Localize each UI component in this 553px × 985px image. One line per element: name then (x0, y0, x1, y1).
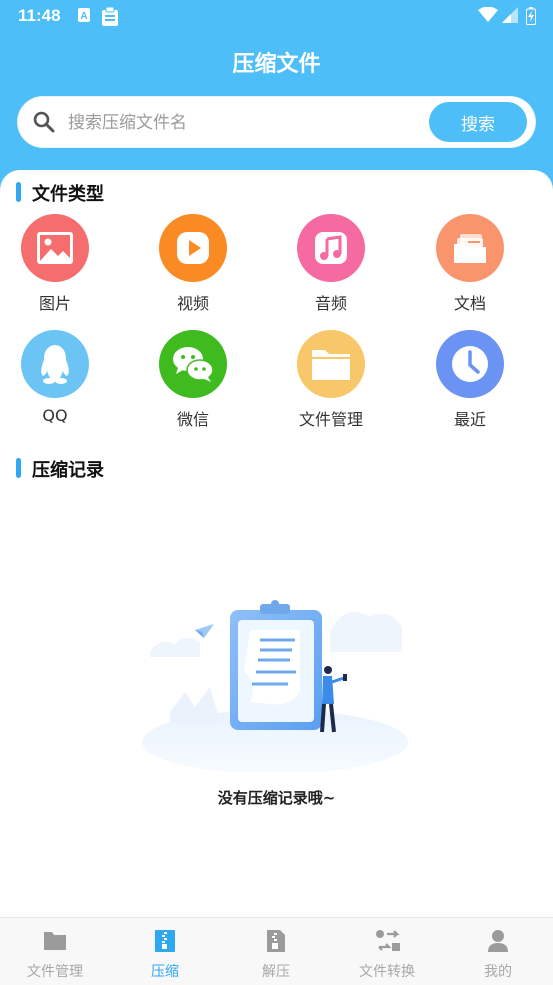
empty-records-message: 没有压缩记录哦~ (217, 789, 336, 807)
status-time: 11:48 (18, 6, 61, 25)
nav-label: 我的 (484, 964, 512, 980)
unzip-file-icon (264, 929, 288, 957)
search-bar: 搜索 (18, 97, 535, 147)
category-label: 图片 (38, 294, 71, 313)
category-audio[interactable]: 音频 (276, 214, 386, 314)
category-label: 视频 (176, 294, 209, 313)
svg-text:A: A (80, 11, 87, 22)
music-note-icon (297, 214, 365, 282)
nav-file-manager[interactable]: 文件管理 (0, 918, 110, 985)
category-label: 音频 (314, 294, 347, 313)
category-video[interactable]: 视频 (138, 214, 248, 314)
search-input[interactable] (66, 107, 430, 139)
clock-icon (436, 330, 504, 398)
category-label: 文档 (453, 294, 486, 313)
category-label: QQ (42, 406, 68, 425)
user-icon (486, 929, 510, 957)
file-types-title: 文件类型 (16, 180, 104, 206)
signal-icon (502, 7, 518, 28)
category-images[interactable]: 图片 (0, 214, 110, 314)
search-button[interactable]: 搜索 (429, 102, 527, 142)
convert-arrows-icon (375, 929, 401, 957)
category-file-manager[interactable]: 文件管理 (276, 330, 386, 430)
category-label: 文件管理 (298, 410, 363, 429)
text-a-icon: A (77, 7, 91, 28)
zip-file-icon (153, 929, 177, 957)
nav-label: 文件管理 (27, 964, 83, 980)
document-stack-icon (436, 214, 504, 282)
page-title: 压缩文件 (232, 52, 321, 77)
search-icon (32, 110, 56, 138)
category-wechat[interactable]: 微信 (138, 330, 248, 430)
video-play-icon (159, 214, 227, 282)
battery-charging-icon (526, 7, 536, 30)
category-label: 最近 (453, 410, 486, 429)
qq-penguin-icon (21, 330, 89, 398)
folder-icon (43, 929, 67, 955)
wechat-icon (159, 330, 227, 398)
nav-convert[interactable]: 文件转换 (332, 918, 442, 985)
category-qq[interactable]: QQ (0, 330, 110, 425)
records-title: 压缩记录 (16, 456, 104, 482)
image-icon (21, 214, 89, 282)
folder-icon (297, 330, 365, 398)
category-documents[interactable]: 文档 (415, 214, 525, 314)
nav-profile[interactable]: 我的 (443, 918, 553, 985)
nav-compress[interactable]: 压缩 (110, 918, 220, 985)
clipboard-icon (101, 6, 119, 32)
nav-label: 压缩 (151, 964, 179, 980)
nav-label: 解压 (262, 964, 290, 980)
bottom-nav: 文件管理 压缩 解压 文件转换 我的 (0, 917, 553, 985)
wifi-icon (478, 6, 498, 28)
empty-state-illustration (140, 592, 410, 776)
nav-extract[interactable]: 解压 (221, 918, 331, 985)
status-bar: 11:48 A (0, 0, 553, 32)
nav-label: 文件转换 (359, 964, 415, 980)
category-label: 微信 (176, 410, 209, 429)
category-recent[interactable]: 最近 (415, 330, 525, 430)
